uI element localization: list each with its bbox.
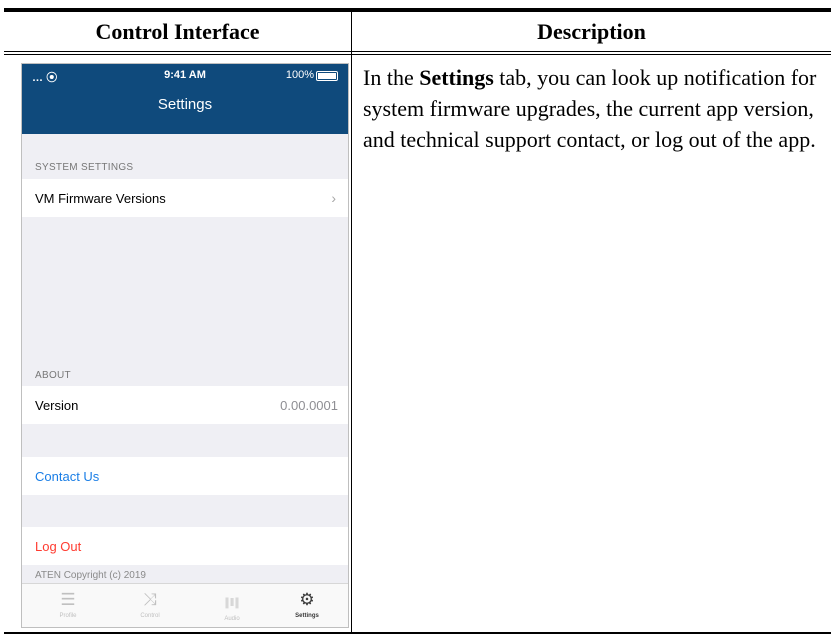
section-system-settings: SYSTEM SETTINGS bbox=[35, 162, 134, 173]
row-version: Version 0.00.0001 bbox=[22, 386, 348, 424]
tab-label: Profile bbox=[59, 613, 77, 619]
row-contact-us[interactable]: Contact Us bbox=[22, 457, 348, 495]
tab-label: Audio bbox=[224, 616, 240, 622]
log-out-button[interactable]: Log Out bbox=[35, 539, 81, 554]
status-bar: … ⦿ 9:41 AM 100% bbox=[22, 69, 348, 85]
list-icon: ☰ bbox=[60, 590, 76, 609]
shuffle-icon: ⤨ bbox=[143, 590, 157, 609]
column-divider bbox=[351, 12, 352, 632]
tab-label: Control bbox=[140, 613, 160, 619]
gear-icon: ⚙ bbox=[299, 590, 315, 609]
tab-label: Settings bbox=[295, 613, 319, 619]
contact-us-link[interactable]: Contact Us bbox=[35, 469, 99, 484]
row-log-out[interactable]: Log Out bbox=[22, 527, 348, 565]
row-version-label: Version bbox=[35, 397, 79, 413]
phone-screenshot: … ⦿ 9:41 AM 100% Settings SYSTEM SETTING… bbox=[21, 63, 349, 628]
tab-bar: ☰ Profile ⤨ Control ∥‖∥ Audio ⚙ Settings bbox=[22, 583, 348, 627]
tab-settings[interactable]: ⚙ Settings bbox=[272, 584, 342, 627]
nav-bar: … ⦿ 9:41 AM 100% Settings bbox=[22, 64, 348, 134]
control-table: Control Interface Description … ⦿ 9:41 A… bbox=[4, 8, 831, 634]
description-settings-bold: Settings bbox=[419, 65, 494, 90]
row-firmware-label: VM Firmware Versions bbox=[35, 190, 166, 206]
nav-title: Settings bbox=[157, 96, 213, 113]
header-description: Description bbox=[537, 18, 646, 44]
battery-icon bbox=[316, 71, 338, 81]
tab-profile[interactable]: ☰ Profile bbox=[33, 584, 103, 627]
waveform-icon: ∥‖∥ bbox=[224, 597, 240, 609]
copyright-text: ATEN Copyright (c) 2019 bbox=[35, 570, 146, 581]
description-text: In the Settings tab, you can look up not… bbox=[363, 62, 825, 155]
tab-audio[interactable]: ∥‖∥ Audio bbox=[197, 584, 267, 627]
description-intro: In the bbox=[363, 65, 420, 90]
tab-control[interactable]: ⤨ Control bbox=[115, 584, 185, 627]
chevron-right-icon: › bbox=[331, 190, 336, 206]
table-bottom-rule bbox=[4, 632, 831, 634]
battery-percent: 100% bbox=[285, 69, 314, 81]
header-rule bbox=[4, 51, 831, 52]
header-control-interface: Control Interface bbox=[95, 18, 260, 44]
row-version-value: 0.00.0001 bbox=[280, 397, 338, 413]
row-firmware-versions[interactable]: VM Firmware Versions › bbox=[22, 179, 348, 217]
section-about: ABOUT bbox=[35, 370, 71, 381]
header-rule-double bbox=[4, 54, 831, 55]
